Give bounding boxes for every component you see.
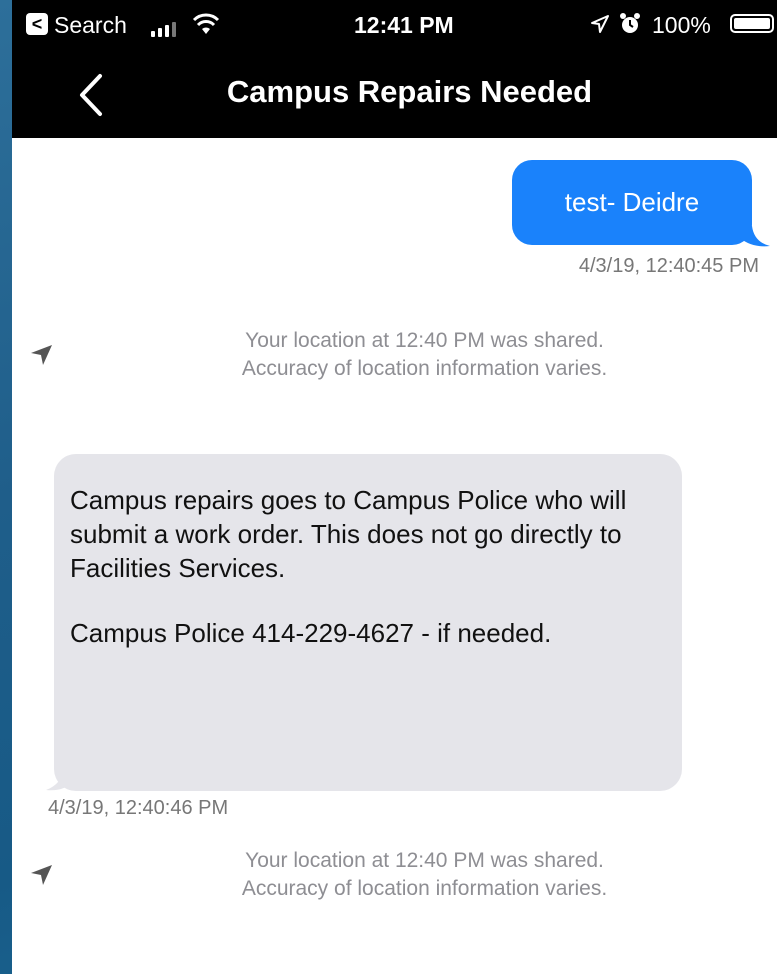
message-thread[interactable]: test- Deidre 4/3/19, 12:40:45 PM Your lo… xyxy=(12,138,777,974)
location-notice-line: Accuracy of location information varies. xyxy=(241,357,608,380)
status-time: 12:41 PM xyxy=(354,12,454,38)
location-services-icon xyxy=(591,15,609,33)
location-shared-notice: Your location at 12:40 PM was shared. Ac… xyxy=(12,847,777,903)
navigation-bar: Campus Repairs Needed xyxy=(12,50,777,138)
message-paragraph: Campus repairs goes to Campus Police who… xyxy=(70,485,627,583)
phone-screen: < Search 12:41 PM 100% Campus Repairs Ne… xyxy=(12,0,777,974)
message-timestamp: 4/3/19, 12:40:46 PM xyxy=(48,797,229,819)
signal-icon xyxy=(151,22,176,37)
back-to-app-label[interactable]: Search xyxy=(54,12,127,39)
location-notice-line: Your location at 12:40 PM was shared. xyxy=(245,849,604,872)
outgoing-message-bubble[interactable]: test- Deidre xyxy=(512,160,752,245)
bubble-tail xyxy=(740,226,770,247)
location-notice-line: Accuracy of location information varies. xyxy=(241,877,608,900)
battery-icon xyxy=(730,14,774,33)
message-paragraph: Campus Police 414-229-4627 - if needed. xyxy=(70,618,552,648)
alarm-icon xyxy=(620,13,640,33)
status-bar: < Search 12:41 PM 100% xyxy=(12,0,777,50)
page-title: Campus Repairs Needed xyxy=(226,74,593,109)
battery-percentage: 100% xyxy=(652,12,711,38)
location-notice-line: Your location at 12:40 PM was shared. xyxy=(245,329,604,352)
wifi-icon xyxy=(192,13,220,34)
back-to-app-icon[interactable]: < xyxy=(26,13,48,35)
location-shared-notice: Your location at 12:40 PM was shared. Ac… xyxy=(12,327,777,383)
incoming-message-bubble[interactable]: Campus repairs goes to Campus Police who… xyxy=(54,454,682,791)
message-timestamp: 4/3/19, 12:40:45 PM xyxy=(578,255,759,277)
